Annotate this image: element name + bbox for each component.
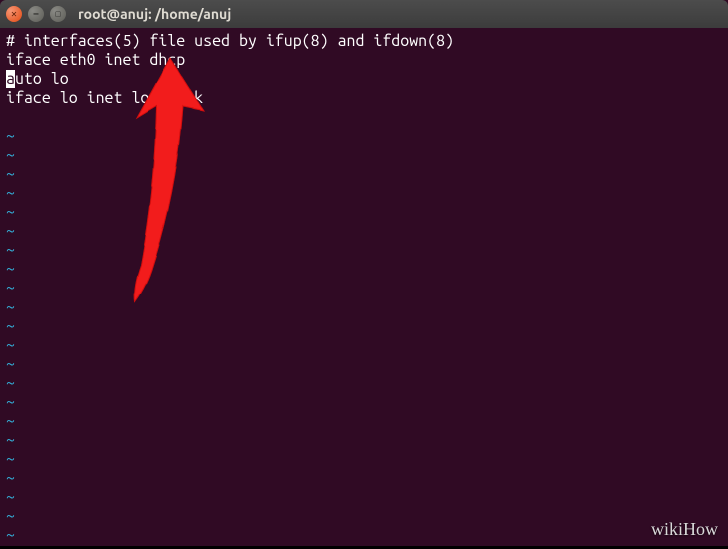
vim-tilde: ~: [6, 431, 15, 449]
vim-tilde: ~: [6, 355, 15, 373]
terminal-content[interactable]: # interfaces(5) file used by ifup(8) and…: [0, 28, 728, 549]
vim-tilde: ~: [6, 526, 15, 544]
vim-tilde: ~: [6, 222, 15, 240]
text-cursor: a: [6, 70, 15, 88]
terminal-line: uto lo: [15, 70, 69, 88]
vim-tilde: ~: [6, 393, 15, 411]
terminal-line: iface eth0 inet dhcp: [6, 51, 185, 69]
minimize-icon[interactable]: [28, 6, 44, 22]
vim-tilde: ~: [6, 260, 15, 278]
vim-tilde: ~: [6, 317, 15, 335]
maximize-icon[interactable]: [50, 6, 66, 22]
vim-tilde: ~: [6, 450, 15, 468]
vim-tilde: ~: [6, 127, 15, 145]
terminal-window: root@anuj: /home/anuj # interfaces(5) fi…: [0, 0, 728, 546]
vim-tilde: ~: [6, 336, 15, 354]
terminal-line: # interfaces(5) file used by ifup(8) and…: [6, 32, 454, 50]
vim-tilde: ~: [6, 184, 15, 202]
vim-tilde: ~: [6, 146, 15, 164]
vim-tilde: ~: [6, 507, 15, 525]
terminal-line: iface lo inet loopback: [6, 89, 203, 107]
close-icon[interactable]: [6, 6, 22, 22]
vim-tilde: ~: [6, 412, 15, 430]
vim-tilde: ~: [6, 241, 15, 259]
titlebar: root@anuj: /home/anuj: [0, 0, 728, 28]
vim-tilde: ~: [6, 374, 15, 392]
vim-tilde: ~: [6, 469, 15, 487]
vim-tilde: ~: [6, 165, 15, 183]
window-title: root@anuj: /home/anuj: [78, 6, 231, 22]
vim-tilde: ~: [6, 203, 15, 221]
vim-tilde: ~: [6, 279, 15, 297]
vim-tilde: ~: [6, 488, 15, 506]
vim-tilde: ~: [6, 298, 15, 316]
